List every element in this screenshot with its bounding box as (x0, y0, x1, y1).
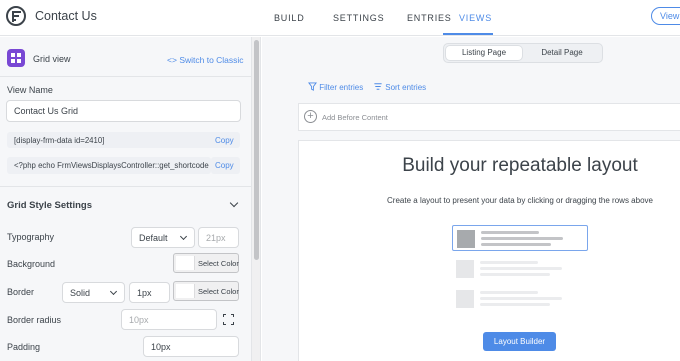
sort-entries-link[interactable]: Sort entries (373, 82, 426, 92)
formidable-logo-icon[interactable] (6, 6, 26, 26)
listing-page-toggle[interactable]: Listing Page (446, 46, 522, 60)
typography-label: Typography (7, 232, 55, 242)
php-code-box: <?php echo FrmViewsDisplaysController::g… (7, 157, 211, 174)
plus-circle-icon[interactable]: + (304, 110, 317, 123)
shortcode-box: [display-frm-data id=2410] (7, 132, 240, 148)
filter-entries-label: Filter entries (319, 83, 364, 92)
tab-settings[interactable]: SETTINGS (333, 13, 384, 23)
color-swatch (176, 256, 195, 270)
padding-input[interactable]: 10px (143, 336, 239, 357)
border-label: Border (7, 287, 35, 297)
color-swatch (176, 284, 195, 298)
tab-build[interactable]: BUILD (274, 13, 305, 23)
border-radius-input[interactable]: 10px (121, 309, 217, 330)
form-title: Contact Us (35, 9, 97, 23)
background-color-picker[interactable]: Select Color (173, 253, 239, 273)
padding-label: Padding (7, 342, 41, 352)
sidebar-scrollbar-thumb[interactable] (254, 40, 259, 260)
switch-to-classic-label: Switch to Classic (179, 55, 244, 65)
copy-shortcode-button[interactable]: Copy (215, 136, 234, 145)
grid-style-settings-title[interactable]: Grid Style Settings (7, 200, 92, 211)
divider (0, 76, 252, 77)
switch-to-classic-link[interactable]: <> Switch to Classic (167, 55, 244, 65)
detail-page-toggle[interactable]: Detail Page (524, 46, 600, 60)
filter-entries-link[interactable]: Filter entries (308, 82, 363, 92)
select-color-label: Select Color (198, 259, 239, 268)
grid-view-icon (7, 49, 25, 67)
layout-builder-button[interactable]: Layout Builder (483, 332, 556, 351)
tab-entries[interactable]: ENTRIES (407, 13, 452, 23)
tab-views[interactable]: VIEWS (459, 13, 492, 23)
border-style-value: Solid (70, 287, 91, 298)
sort-entries-label: Sort entries (385, 83, 427, 92)
filter-icon (308, 82, 317, 91)
background-label: Background (7, 259, 56, 269)
typography-value: Default (139, 232, 168, 243)
illustration-row (452, 256, 588, 282)
active-tab-indicator (443, 33, 493, 35)
add-before-content-label[interactable]: Add Before Content (322, 113, 388, 122)
border-radius-label: Border radius (7, 315, 62, 325)
border-color-picker[interactable]: Select Color (173, 281, 239, 301)
code-icon: <> (167, 55, 177, 65)
divider (0, 186, 252, 187)
expand-icon[interactable] (223, 314, 234, 325)
font-size-input[interactable]: 21px (198, 227, 239, 248)
illustration-row (452, 225, 588, 251)
view-name-input[interactable]: Contact Us Grid (6, 100, 241, 122)
sort-icon (374, 83, 382, 90)
empty-state-subtitle: Create a layout to present your data by … (387, 196, 653, 205)
illustration-row (452, 286, 588, 312)
view-name-label: View Name (7, 85, 53, 95)
view-type-label: Grid view (33, 54, 71, 64)
view-form-button[interactable]: View (651, 7, 680, 25)
empty-state-title: Build your repeatable layout (402, 155, 638, 176)
select-color-label: Select Color (198, 287, 239, 296)
copy-php-button[interactable]: Copy (215, 161, 234, 170)
border-width-input[interactable]: 1px (129, 282, 170, 303)
